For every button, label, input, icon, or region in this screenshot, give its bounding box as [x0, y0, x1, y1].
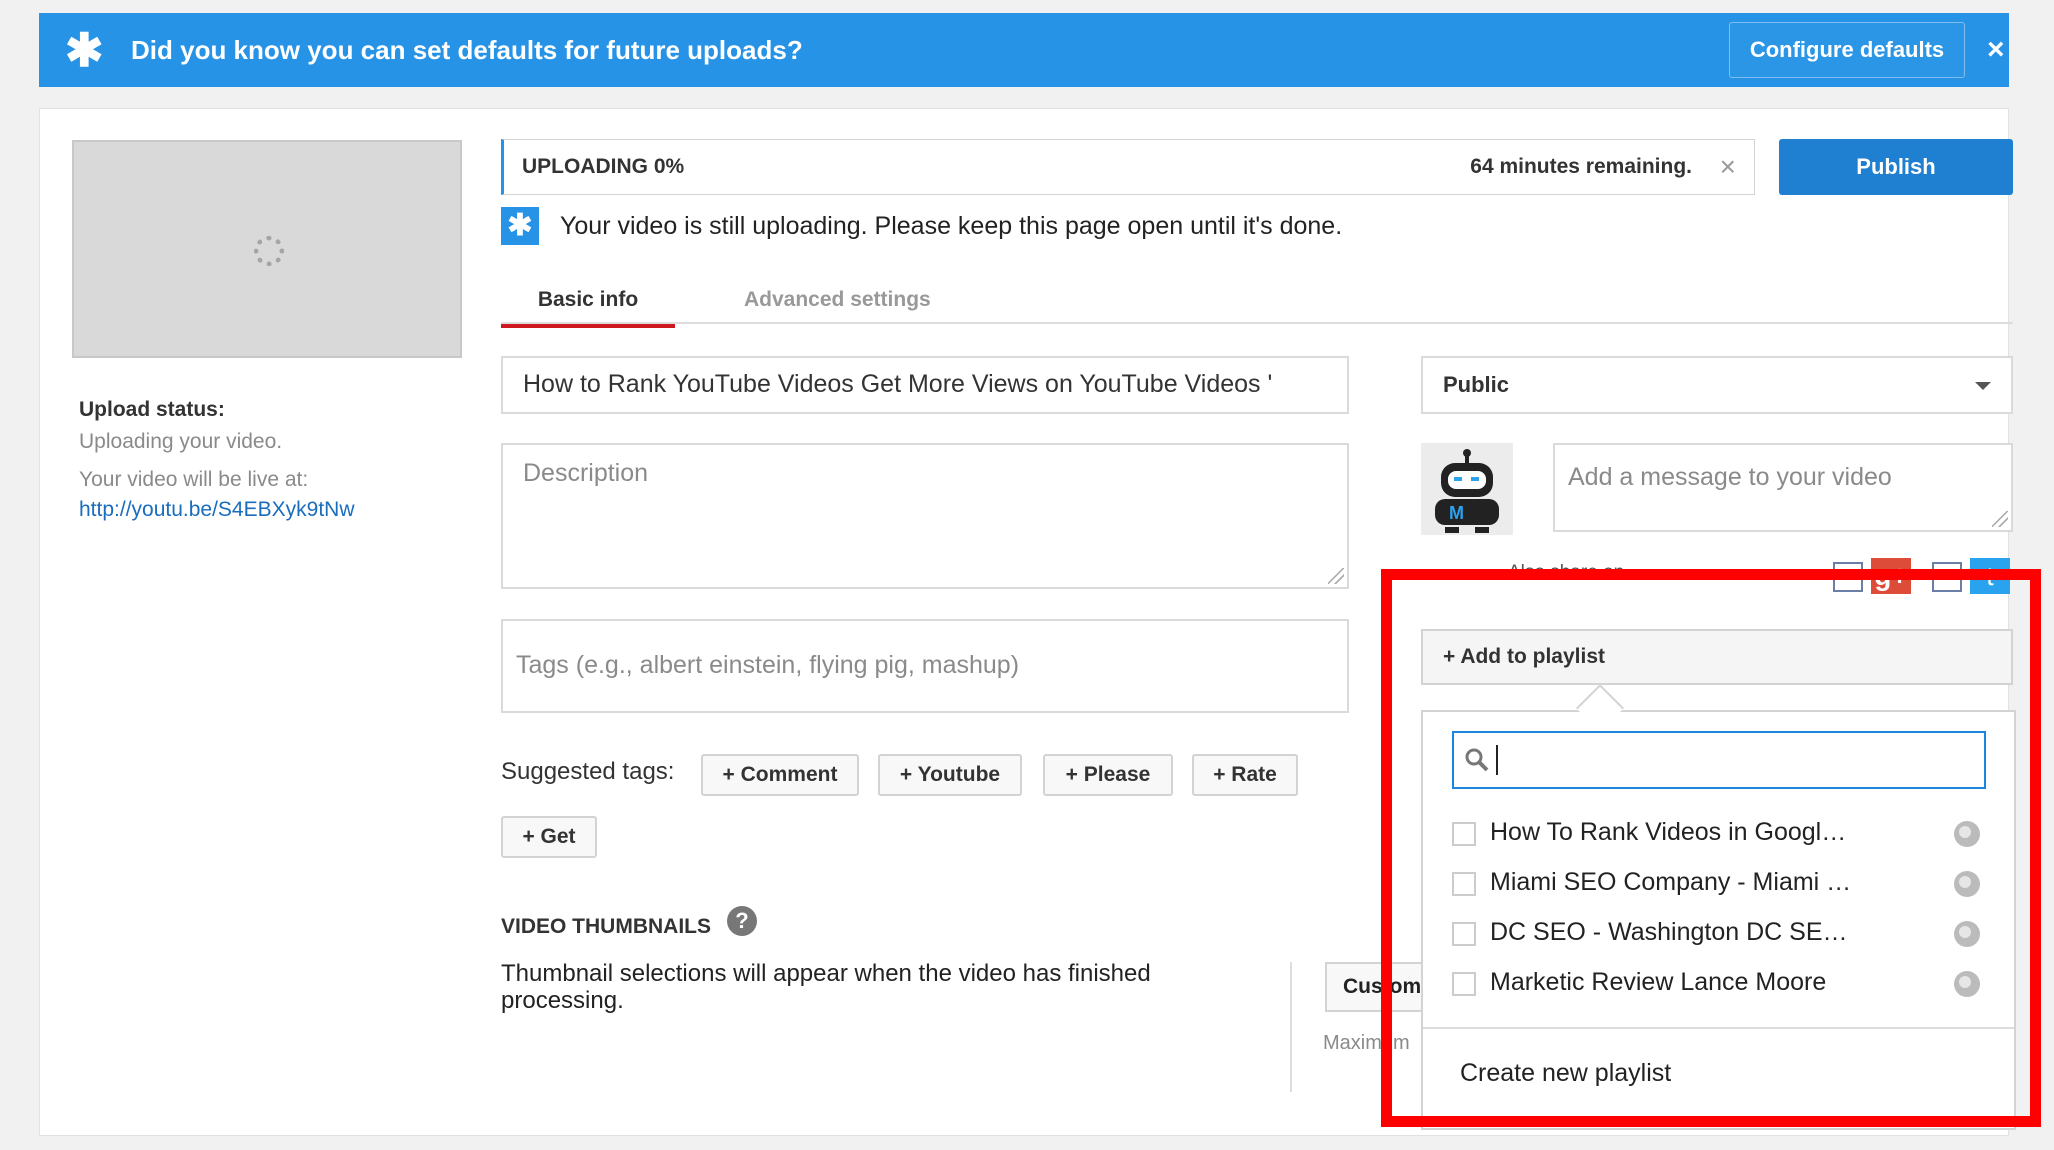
privacy-select[interactable]: Public — [1421, 356, 2013, 414]
loading-spinner-icon — [254, 236, 284, 266]
banner-message: Did you know you can set defaults for fu… — [131, 13, 803, 87]
privacy-value: Public — [1443, 372, 1509, 397]
share-message-placeholder: Add a message to your video — [1568, 463, 1892, 491]
help-icon[interactable]: ? — [727, 906, 757, 936]
suggested-tag-please[interactable]: + Please — [1043, 754, 1173, 796]
upload-progress-bar: UPLOADING 0% 64 minutes remaining. × — [501, 139, 1755, 195]
tab-basic-info[interactable]: Basic info — [501, 276, 675, 328]
resize-grip-icon[interactable] — [1328, 568, 1344, 584]
share-message-input[interactable]: Add a message to your video — [1553, 443, 2013, 532]
avatar: M — [1421, 443, 1513, 535]
banner-close-icon[interactable]: × — [1987, 13, 2005, 87]
cancel-upload-icon[interactable]: × — [1720, 140, 1736, 194]
upload-notice: Your video is still uploading. Please ke… — [560, 212, 1342, 241]
time-remaining: 64 minutes remaining. — [1470, 140, 1692, 194]
suggested-tag-comment[interactable]: + Comment — [701, 754, 859, 796]
info-star-icon: ✱ — [501, 207, 539, 245]
configure-defaults-button[interactable]: Configure defaults — [1729, 22, 1965, 78]
thumbnails-divider — [1290, 962, 1292, 1092]
upload-status-title: Upload status: — [79, 398, 225, 422]
upload-status-text: Uploading your video. — [79, 430, 282, 454]
video-url-link[interactable]: http://youtu.be/S4EBXyk9tNw — [79, 498, 354, 522]
tags-input[interactable]: Tags (e.g., albert einstein, flying pig,… — [501, 619, 1349, 713]
upload-status-label: UPLOADING 0% — [522, 140, 684, 194]
thumbnails-text: Thumbnail selections will appear when th… — [501, 960, 1261, 1014]
suggested-tag-get[interactable]: + Get — [501, 816, 597, 858]
live-at-label: Your video will be live at: — [79, 468, 308, 492]
title-input[interactable]: How to Rank YouTube Videos Get More View… — [501, 356, 1349, 414]
asterisk-icon: ✱ — [65, 23, 104, 77]
defaults-banner: ✱ Did you know you can set defaults for … — [39, 13, 2009, 87]
description-placeholder: Description — [523, 459, 648, 487]
resize-grip-icon[interactable] — [1992, 511, 2008, 527]
publish-button[interactable]: Publish — [1779, 139, 2013, 195]
suggested-tags-label: Suggested tags: — [501, 758, 674, 786]
suggested-tag-rate[interactable]: + Rate — [1192, 754, 1298, 796]
video-preview — [72, 140, 462, 358]
chevron-down-icon — [1975, 382, 1991, 390]
description-input[interactable]: Description — [501, 443, 1349, 589]
video-thumbnails-title: VIDEO THUMBNAILS — [501, 915, 711, 939]
tab-advanced-settings[interactable]: Advanced settings — [744, 276, 931, 324]
tabs-divider — [501, 322, 2013, 324]
suggested-tag-youtube[interactable]: + Youtube — [878, 754, 1022, 796]
svg-text:M: M — [1449, 503, 1464, 523]
highlight-box — [1381, 569, 2041, 1127]
